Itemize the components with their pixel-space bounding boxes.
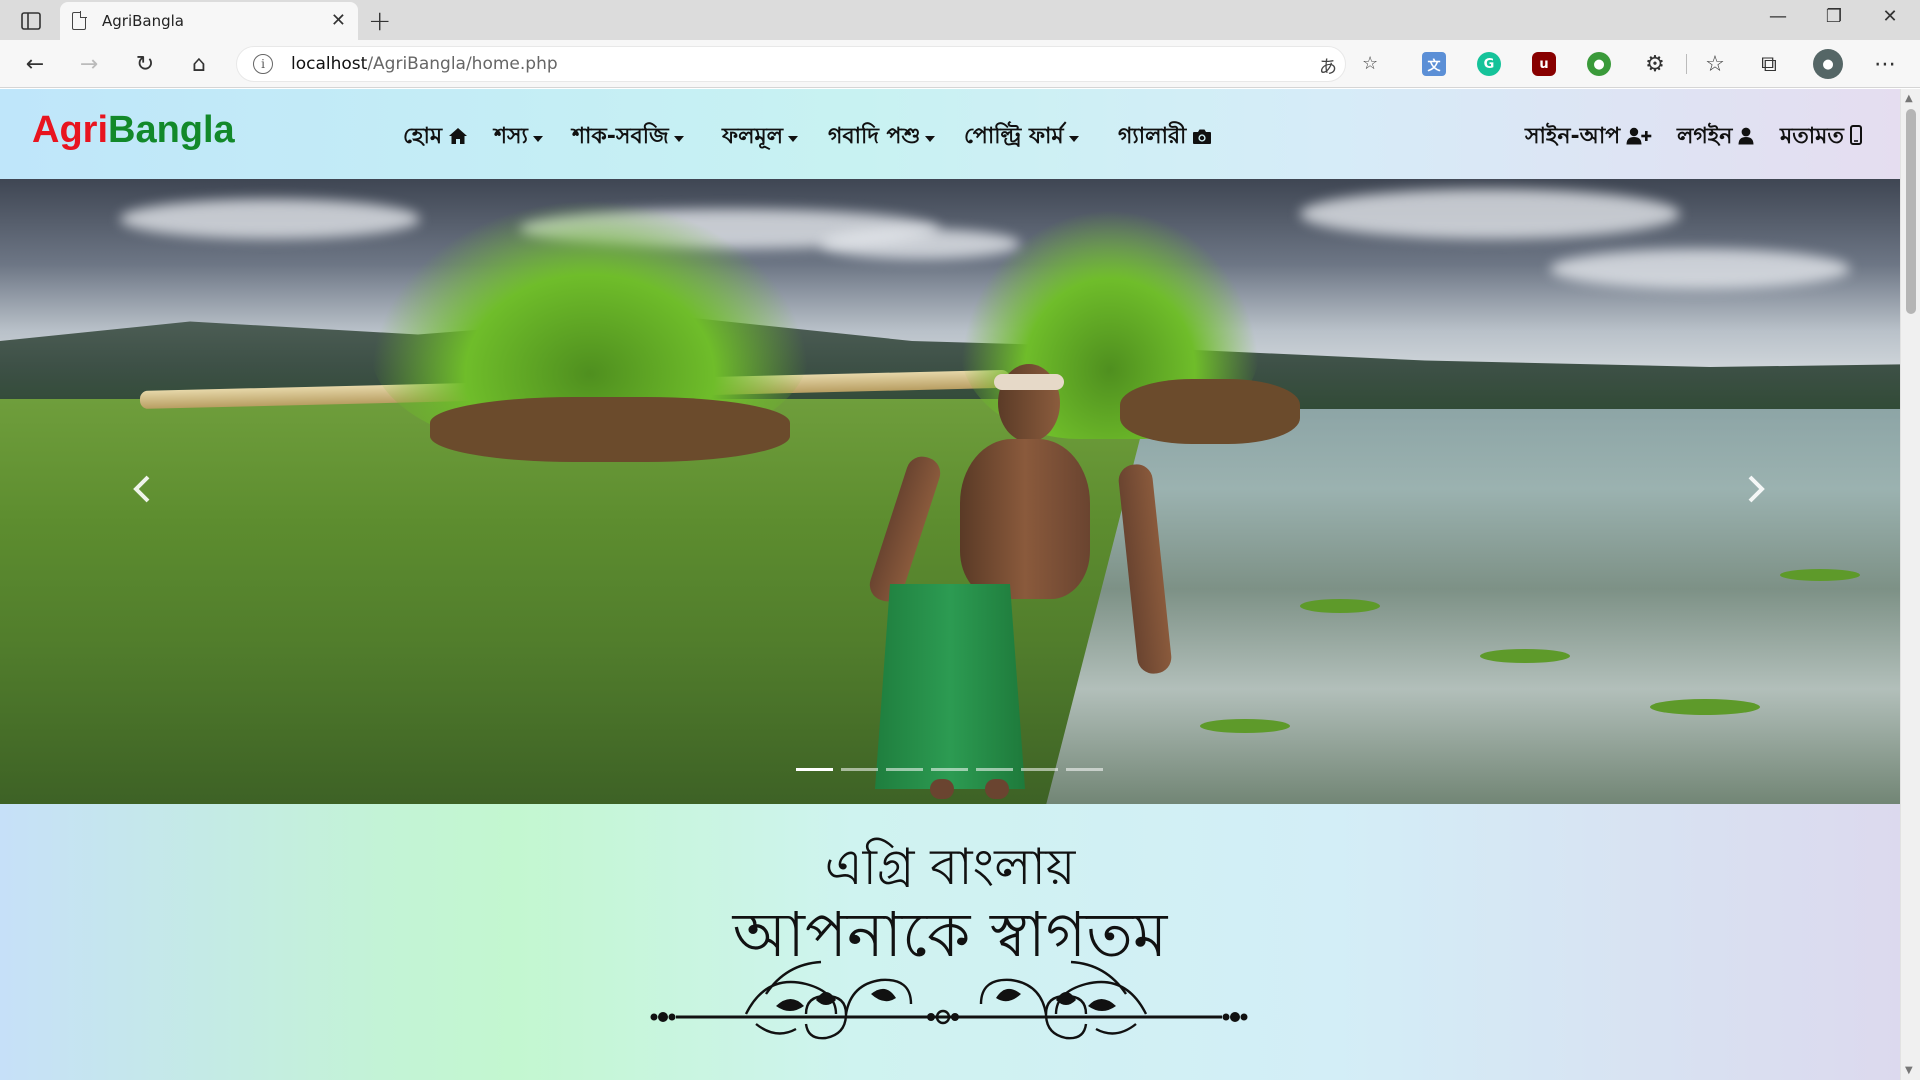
brand-part-2: Bangla [108,109,235,151]
nav-feedback[interactable]: মতামত [1780,119,1862,156]
scrollbar-thumb[interactable] [1906,109,1916,314]
browser-tab-bar: AgriBangla ✕ + — ❐ ✕ [0,0,1920,40]
page-icon [72,11,87,30]
nav-livestock[interactable]: গবাদি পশু [828,119,936,156]
carousel-indicator[interactable] [886,768,923,771]
carousel-indicator[interactable] [841,768,878,771]
nav-home[interactable]: হোম [403,119,468,156]
page-scrollbar[interactable]: ▲ ▼ [1900,89,1920,1080]
carousel-indicators [796,768,1103,771]
caret-down-icon [1068,136,1079,142]
caret-down-icon [532,136,543,142]
nav-crops-label: শস্য [494,124,528,149]
scroll-down-icon[interactable]: ▼ [1905,1065,1913,1076]
ublock-extension-icon[interactable]: u [1532,52,1556,76]
tab-actions-icon[interactable] [14,8,48,34]
address-host: localhost [291,54,368,74]
carousel-next-icon[interactable] [1736,469,1776,509]
nav-gallery-label: গ্যালারী [1118,124,1187,149]
tab-title: AgriBangla [102,12,184,30]
carousel-indicator[interactable] [1066,768,1103,771]
nav-home-label: হোম [403,124,443,149]
nav-fruits[interactable]: ফলমূল [722,119,799,156]
welcome-section: এগ্রি বাংলায় আপনাকে স্বাগতম [0,804,1900,1080]
camera-icon [1192,126,1212,150]
caret-down-icon [788,136,799,142]
carousel-indicator[interactable] [796,768,833,771]
restore-icon[interactable]: ❐ [1814,6,1854,27]
extensions-icon[interactable]: ⚙ [1640,50,1670,78]
carousel-slide-image [0,179,1900,804]
nav-signup-label: সাইন-আপ [1525,124,1621,149]
nav-poultry-label: পোল্ট্রি ফার্ম [964,124,1064,149]
reload-icon[interactable]: ↻ [130,50,160,78]
user-plus-icon [1626,126,1652,150]
translate-extension-icon[interactable]: 文 [1422,52,1446,76]
new-tab-icon[interactable]: + [368,4,391,37]
address-path: /AgriBangla/home.php [367,54,558,74]
nav-login[interactable]: লগইন [1677,119,1754,156]
minimize-icon[interactable]: — [1758,6,1798,27]
grammarly-extension-icon[interactable]: G [1477,52,1501,76]
collections-icon[interactable]: ⧉ [1754,50,1784,78]
mobile-icon [1849,125,1862,150]
back-icon[interactable]: ← [20,50,50,78]
caret-down-icon [673,136,684,142]
carousel-indicator[interactable] [1021,768,1058,771]
nav-login-label: লগইন [1677,124,1733,149]
browser-toolbar: ← → ↻ ⌂ i localhost/AgriBangla/home.php … [0,40,1920,88]
scroll-up-icon[interactable]: ▲ [1905,93,1913,104]
toolbar-separator [1686,54,1687,74]
carousel-indicator[interactable] [931,768,968,771]
close-tab-icon[interactable]: ✕ [331,10,346,31]
brand-part-1: Agri [32,109,108,151]
profile-avatar[interactable]: ● [1813,49,1843,79]
nav-poultry[interactable]: পোল্ট্রি ফার্ম [964,119,1079,156]
nav-fruits-label: ফলমূল [722,124,784,149]
site-info-icon[interactable]: i [253,54,273,74]
ornamental-divider [646,954,1252,1048]
nav-vegetables-label: শাক-সবজি [572,124,669,149]
nav-crops[interactable]: শস্য [494,119,543,156]
hero-carousel [0,179,1900,804]
forward-icon[interactable]: → [74,50,104,78]
caret-down-icon [925,136,936,142]
nav-feedback-label: মতামত [1780,124,1844,149]
web-page: AgriBangla হোম শস্য শাক-সবজি ফলমূল গবাদি… [0,89,1900,1080]
carousel-prev-icon[interactable] [122,469,162,509]
nav-gallery[interactable]: গ্যালারী [1118,119,1212,156]
read-aloud-icon[interactable]: あ [1319,53,1337,79]
site-brand-logo[interactable]: AgriBangla [32,109,235,152]
carousel-indicator[interactable] [976,768,1013,771]
user-icon [1738,126,1754,150]
home-browser-icon[interactable]: ⌂ [184,50,214,78]
more-menu-icon[interactable]: ⋯ [1870,50,1900,78]
nav-vegetables[interactable]: শাক-সবজি [572,119,684,156]
home-icon [448,126,468,150]
add-favorite-icon[interactable]: ☆ [1362,53,1378,74]
favorites-icon[interactable]: ☆ [1700,50,1730,78]
browser-tab[interactable]: AgriBangla ✕ [60,2,358,40]
nav-livestock-label: গবাদি পশু [828,124,921,149]
globe-extension-icon[interactable]: ● [1587,52,1611,76]
address-bar[interactable]: i localhost/AgriBangla/home.php あ ☆ [236,46,1378,82]
nav-signup[interactable]: সাইন-আপ [1525,119,1652,156]
site-navbar: AgriBangla হোম শস্য শাক-সবজি ফলমূল গবাদি… [0,89,1900,179]
close-window-icon[interactable]: ✕ [1870,6,1910,27]
